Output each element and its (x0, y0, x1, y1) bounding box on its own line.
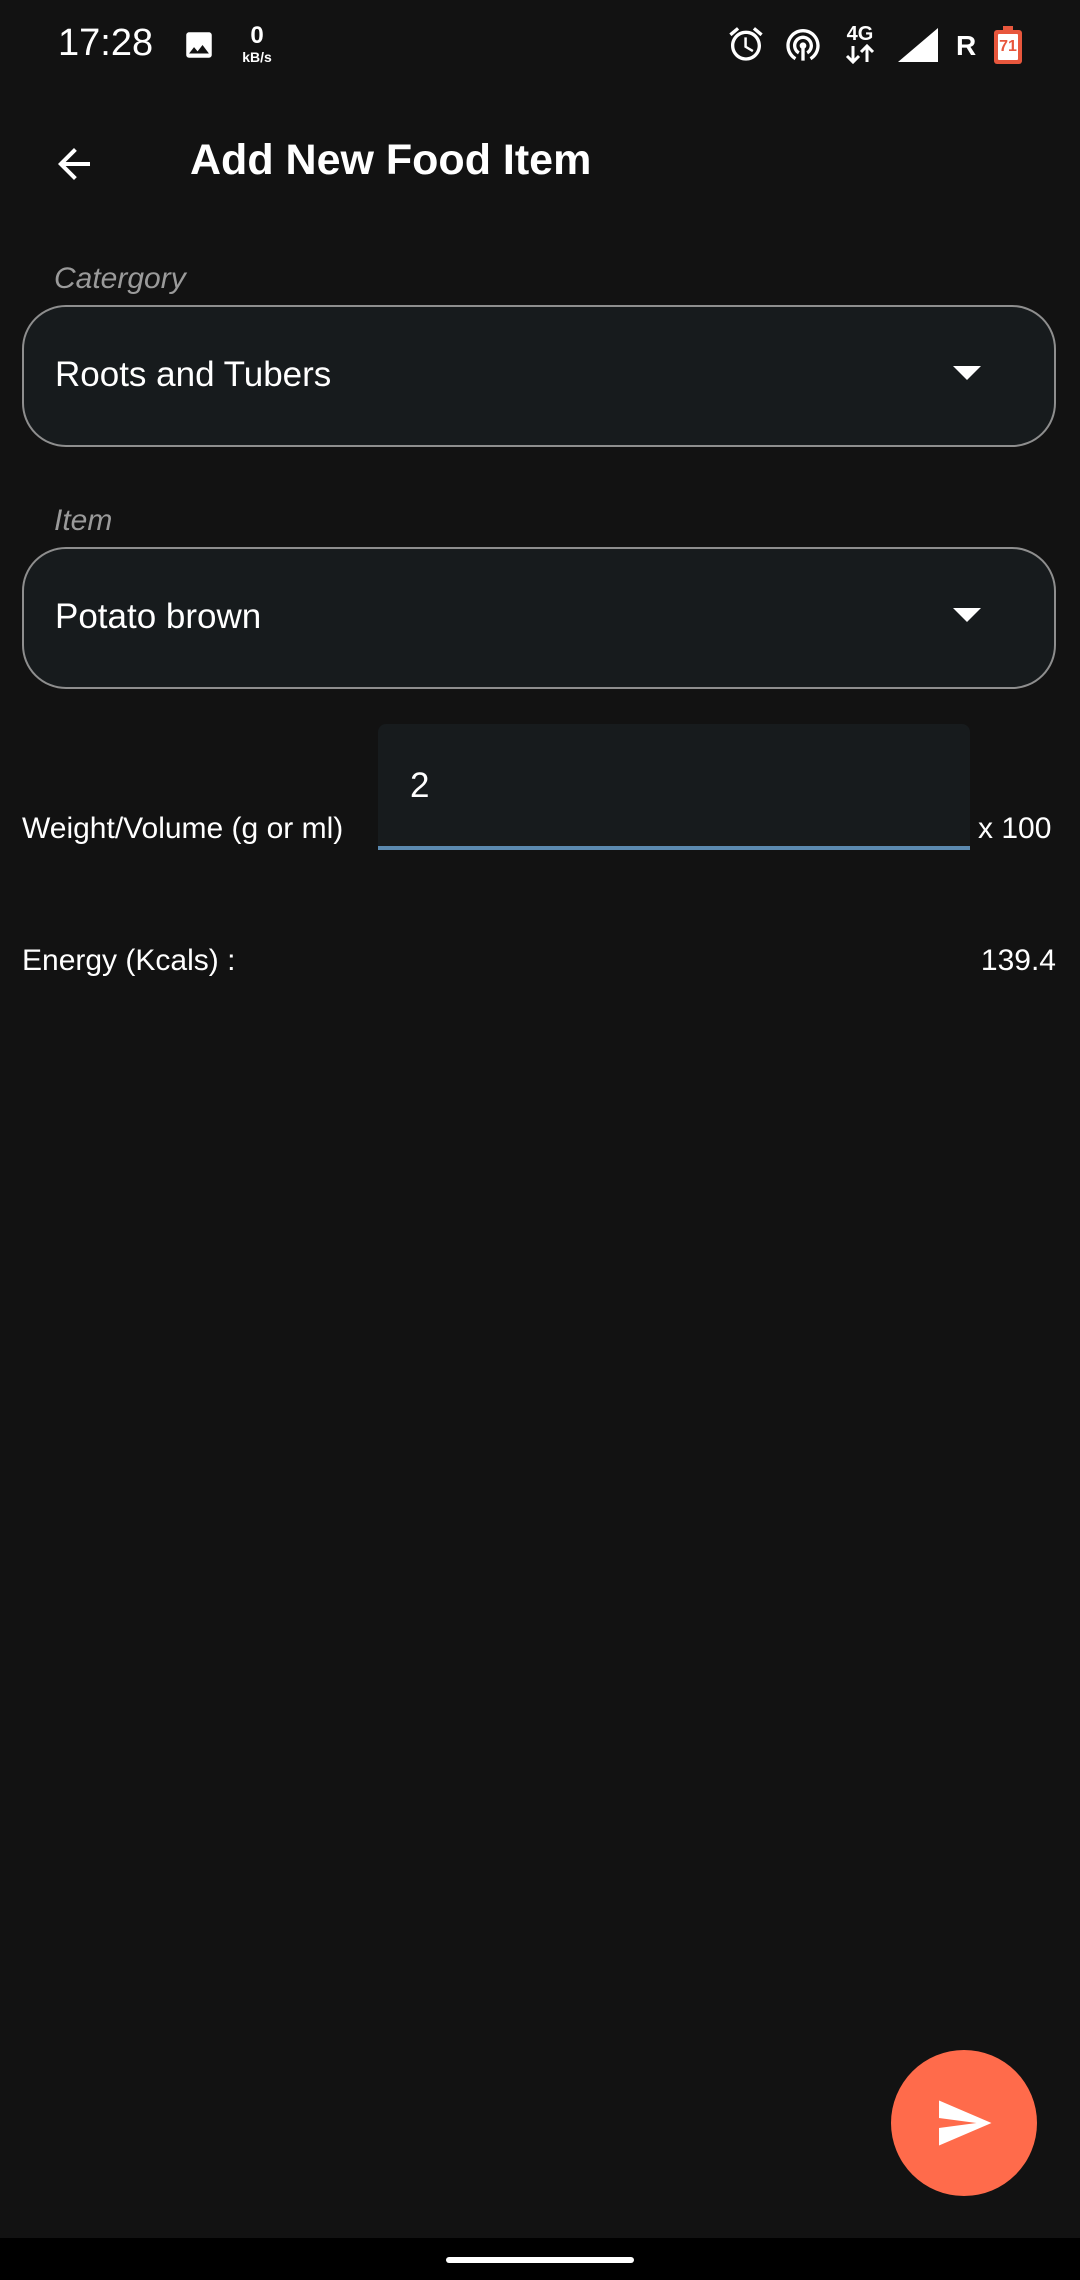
status-time: 17:28 (58, 22, 154, 64)
back-button[interactable] (40, 130, 108, 198)
network-type: 4G (846, 23, 874, 45)
item-label: Item (54, 504, 113, 537)
category-dropdown[interactable]: Roots and Tubers (22, 305, 1056, 447)
status-bar: 17:28 0 kB/s 4G R 71 (0, 0, 1080, 90)
page-title: Add New Food Item (190, 136, 592, 184)
item-dropdown[interactable]: Potato brown (22, 547, 1056, 689)
dropdown-arrow-icon (953, 366, 981, 380)
send-icon (939, 2100, 992, 2146)
hotspot-icon (783, 24, 823, 69)
home-indicator[interactable] (446, 2257, 634, 2263)
item-value: Potato brown (55, 597, 262, 636)
category-label: Catergory (54, 262, 186, 295)
battery-icon: 71 (994, 26, 1022, 64)
category-value: Roots and Tubers (55, 355, 332, 394)
weight-input-value: 2 (410, 766, 430, 805)
data-arrows-icon: 4G (840, 24, 880, 68)
weight-label: Weight/Volume (g or ml) (22, 812, 344, 845)
energy-value: 139.4 (980, 944, 1056, 977)
battery-level: 71 (998, 34, 1018, 60)
network-speed: 0 kB/s (238, 22, 276, 65)
weight-input[interactable]: 2 (378, 724, 970, 850)
dropdown-arrow-icon (953, 608, 981, 622)
arrow-back-icon (58, 148, 90, 180)
signal-icon (898, 28, 938, 67)
alarm-icon (726, 24, 766, 69)
navigation-bar (0, 2238, 1080, 2280)
image-icon (182, 28, 216, 67)
network-speed-unit: kB/s (242, 49, 272, 65)
energy-label: Energy (Kcals) : (22, 944, 236, 977)
weight-multiplier: x 100 (978, 812, 1052, 845)
submit-button[interactable] (891, 2050, 1037, 2196)
network-speed-value: 0 (250, 22, 264, 49)
roaming-indicator: R (956, 30, 977, 61)
